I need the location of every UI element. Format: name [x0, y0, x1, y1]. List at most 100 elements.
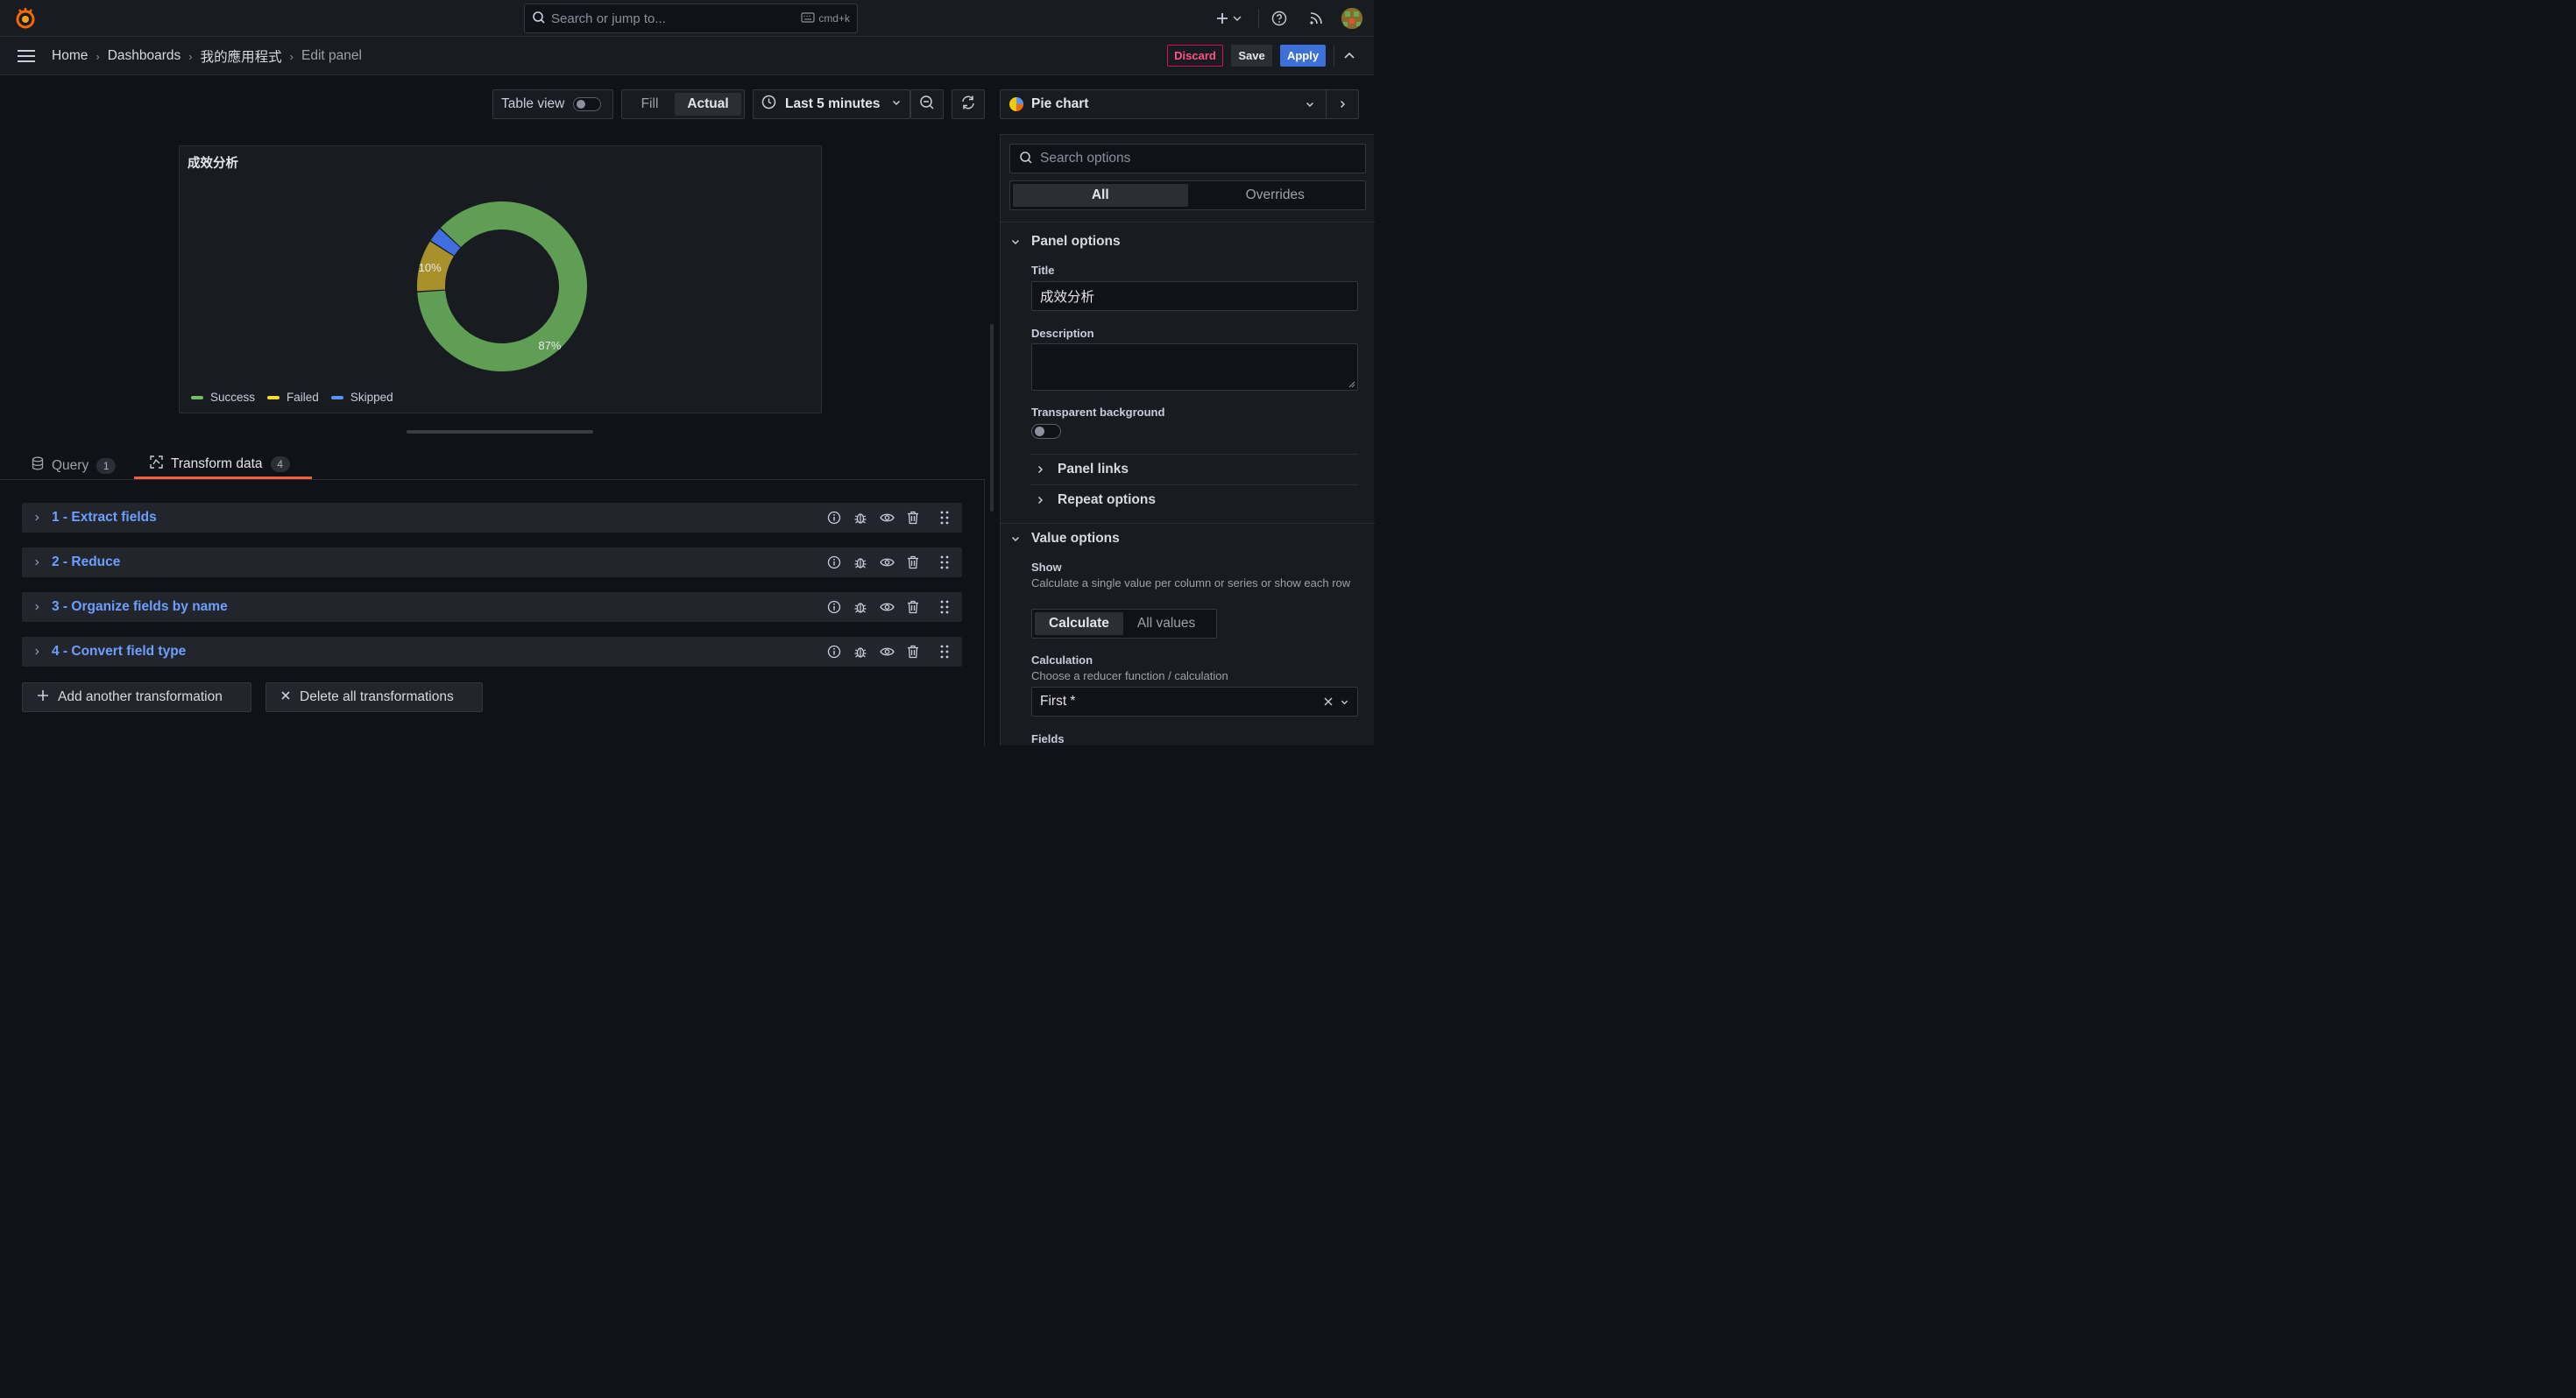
transformation-row[interactable]: 4 - Convert field type: [22, 637, 962, 667]
segment-all[interactable]: All: [1013, 184, 1188, 207]
tab-count-badge: 1: [96, 457, 117, 474]
show-segment: Calculate All values: [1031, 609, 1217, 639]
panel-options-header[interactable]: Panel options: [1001, 230, 1375, 253]
breadcrumb-dashboard-name[interactable]: 我的應用程式: [201, 46, 282, 66]
info-icon[interactable]: [825, 643, 843, 660]
news-feed-icon[interactable]: [1306, 9, 1326, 28]
transformation-title[interactable]: 4 - Convert field type: [52, 644, 825, 660]
search-bar[interactable]: Search or jump to... cmd+k: [524, 4, 858, 33]
segment-calculate[interactable]: Calculate: [1035, 612, 1123, 635]
chevron-right-icon[interactable]: [1327, 99, 1358, 109]
drag-handle-icon[interactable]: [936, 509, 953, 526]
repeat-options-header[interactable]: Repeat options: [1031, 484, 1358, 515]
pie-chart-panel[interactable]: 成效分析 87% 10% Success Failed Skipped: [179, 145, 822, 413]
search-shortcut: cmd+k: [801, 11, 850, 25]
segment-overrides[interactable]: Overrides: [1188, 184, 1363, 207]
pie-slice-label: 10%: [419, 261, 442, 274]
value-options-header[interactable]: Value options: [1001, 527, 1375, 550]
options-search-input[interactable]: Search options: [1009, 144, 1366, 173]
discard-button[interactable]: Discard: [1167, 45, 1223, 67]
resize-handle[interactable]: [407, 430, 593, 434]
breadcrumb-dashboards[interactable]: Dashboards: [108, 48, 181, 64]
panel-links-header[interactable]: Panel links: [1031, 454, 1358, 484]
clear-icon[interactable]: [1324, 697, 1333, 706]
transparent-background-switch[interactable]: [1031, 424, 1061, 439]
calculation-value: First *: [1040, 694, 1076, 709]
description-textarea[interactable]: [1031, 343, 1358, 391]
chevron-right-icon[interactable]: [32, 558, 45, 567]
breadcrumb-bar: Home › Dashboards › 我的應用程式 › Edit panel …: [0, 37, 1374, 75]
drag-handle-icon[interactable]: [936, 554, 953, 571]
collapse-chevron-up-icon[interactable]: [1342, 48, 1356, 65]
transformation-row[interactable]: 1 - Extract fields: [22, 503, 962, 533]
chevron-right-icon: [1035, 464, 1047, 475]
trash-icon[interactable]: [904, 509, 922, 526]
chevron-right-icon[interactable]: [32, 513, 45, 522]
transformation-title[interactable]: 3 - Organize fields by name: [52, 599, 825, 615]
table-view-switch[interactable]: [573, 97, 602, 111]
scrollbar[interactable]: [990, 324, 994, 512]
apply-button[interactable]: Apply: [1280, 45, 1326, 67]
time-range-label: Last 5 minutes: [785, 96, 881, 111]
editor-tabs: Query 1 Transform data 4: [0, 447, 985, 480]
trash-icon[interactable]: [904, 643, 922, 660]
grafana-logo-icon[interactable]: [14, 7, 37, 30]
shortcut-text: cmd+k: [818, 12, 850, 25]
transformation-row[interactable]: 2 - Reduce: [22, 547, 962, 577]
eye-icon[interactable]: [878, 598, 895, 616]
calculation-description: Choose a reducer function / calculation: [1031, 669, 1228, 682]
menu-icon[interactable]: [17, 48, 36, 67]
segment-all-values[interactable]: All values: [1123, 612, 1209, 635]
top-bar: Search or jump to... cmd+k: [0, 0, 1374, 37]
add-transformation-button[interactable]: Add another transformation: [22, 682, 251, 712]
trash-icon[interactable]: [904, 598, 922, 616]
visualization-picker[interactable]: Pie chart: [1000, 89, 1359, 119]
debug-bug-icon[interactable]: [852, 598, 869, 616]
delete-all-transformations-button[interactable]: Delete all transformations: [265, 682, 483, 712]
tab-transform-data[interactable]: Transform data 4: [134, 452, 312, 479]
tab-query[interactable]: Query 1: [32, 452, 117, 479]
add-new-button[interactable]: [1214, 9, 1246, 28]
actual-option[interactable]: Actual: [675, 93, 741, 116]
transformation-row[interactable]: 3 - Organize fields by name: [22, 592, 962, 622]
title-input[interactable]: 成效分析: [1031, 281, 1358, 311]
calculation-select[interactable]: First *: [1031, 687, 1358, 717]
zoom-out-button[interactable]: [910, 89, 944, 119]
chevron-right-icon[interactable]: [32, 603, 45, 611]
table-view-toggle[interactable]: Table view: [492, 89, 613, 119]
info-icon[interactable]: [825, 509, 843, 526]
legend-item-success[interactable]: Success: [191, 391, 255, 404]
top-right-actions: [1214, 0, 1374, 37]
user-avatar[interactable]: [1341, 8, 1362, 29]
eye-icon[interactable]: [878, 509, 895, 526]
fill-actual-segment: Fill Actual: [621, 89, 745, 119]
transformation-title[interactable]: 1 - Extract fields: [52, 510, 825, 526]
breadcrumb-home[interactable]: Home: [52, 48, 88, 64]
debug-bug-icon[interactable]: [852, 554, 869, 571]
drag-handle-icon[interactable]: [936, 598, 953, 616]
time-range-picker[interactable]: Last 5 minutes: [753, 89, 910, 119]
eye-icon[interactable]: [878, 643, 895, 660]
legend-item-failed[interactable]: Failed: [267, 391, 319, 404]
trash-icon[interactable]: [904, 554, 922, 571]
refresh-button[interactable]: [952, 89, 985, 119]
info-icon[interactable]: [825, 598, 843, 616]
fill-option[interactable]: Fill: [625, 96, 675, 112]
keyboard-icon: [801, 11, 815, 25]
tab-count-badge: 4: [270, 456, 290, 472]
info-icon[interactable]: [825, 554, 843, 571]
legend-item-skipped[interactable]: Skipped: [330, 391, 393, 404]
description-label: Description: [1031, 327, 1094, 340]
section-title: Panel options: [1031, 234, 1121, 249]
drag-handle-icon[interactable]: [936, 643, 953, 660]
close-icon: [280, 689, 291, 705]
eye-icon[interactable]: [878, 554, 895, 571]
breadcrumb-current: Edit panel: [301, 48, 362, 63]
transformation-title[interactable]: 2 - Reduce: [52, 554, 825, 570]
debug-bug-icon[interactable]: [852, 509, 869, 526]
legend-swatch: [267, 395, 280, 399]
debug-bug-icon[interactable]: [852, 643, 869, 660]
help-icon[interactable]: [1270, 9, 1289, 28]
save-button[interactable]: Save: [1231, 45, 1272, 67]
chevron-right-icon[interactable]: [32, 647, 45, 656]
